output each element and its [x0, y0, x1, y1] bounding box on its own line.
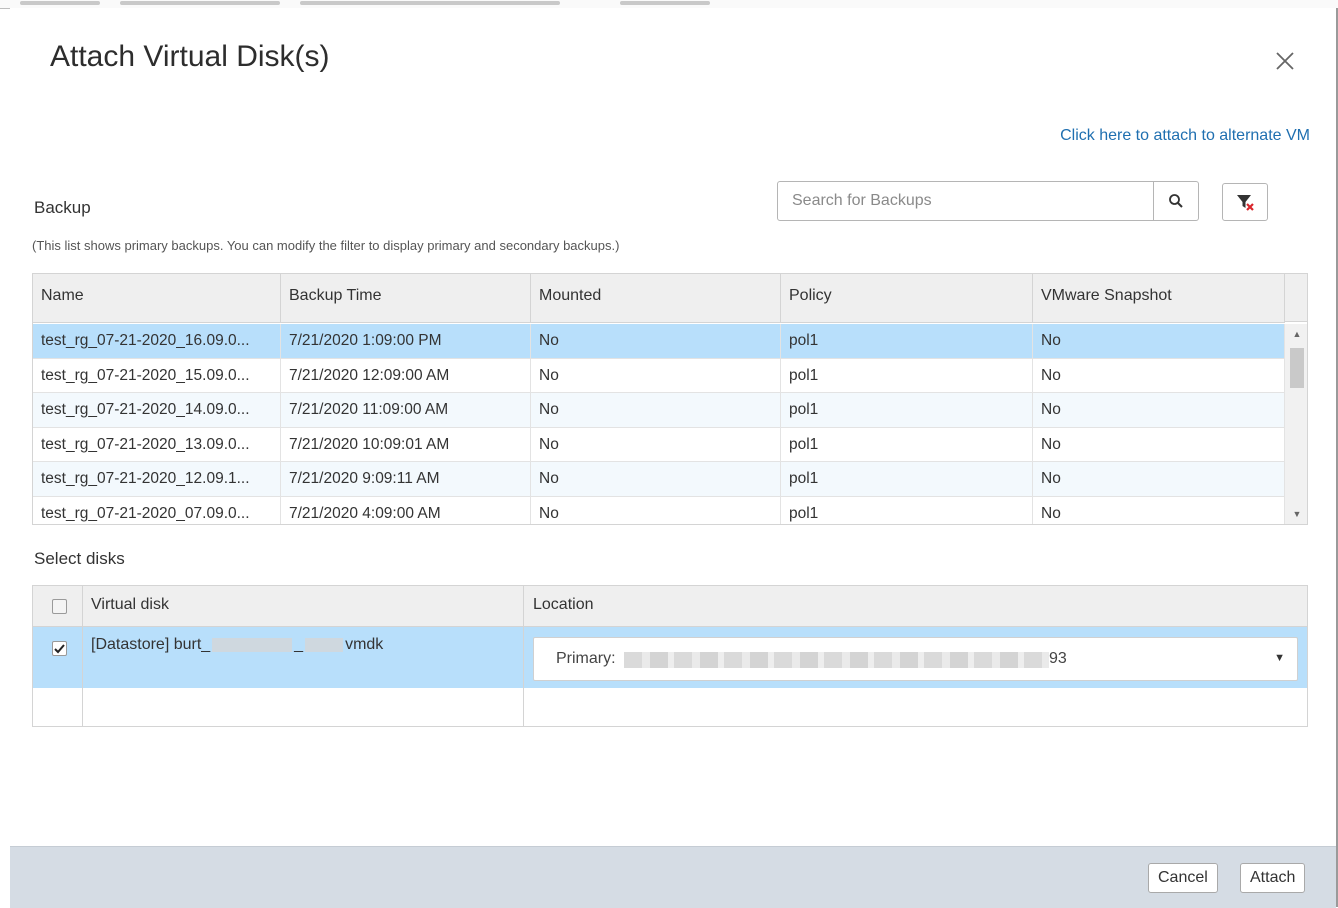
column-header-virtual-disk: Virtual disk	[91, 596, 169, 613]
backups-table-body: test_rg_07-21-2020_16.09.0... 7/21/2020 …	[33, 324, 1285, 524]
backup-section-label: Backup	[34, 198, 91, 217]
cell-policy: pol1	[781, 324, 1033, 358]
cell-policy: pol1	[781, 358, 1033, 393]
table-row[interactable]: test_rg_07-21-2020_07.09.0... 7/21/2020 …	[33, 496, 1285, 524]
table-row[interactable]: test_rg_07-21-2020_13.09.0... 7/21/2020 …	[33, 427, 1285, 463]
virtual-disk-suffix: vmdk	[345, 636, 384, 653]
location-dropdown[interactable]: Primary: 93 ▼	[533, 637, 1298, 681]
attach-alternate-vm-link[interactable]: Click here to attach to alternate VM	[1060, 127, 1310, 145]
dialog-title: Attach Virtual Disk(s)	[50, 40, 330, 73]
location-suffix: 93	[1049, 650, 1067, 667]
cell-name: test_rg_07-21-2020_16.09.0...	[33, 324, 281, 358]
redacted-block	[212, 637, 293, 652]
cell-backup-time: 7/21/2020 4:09:00 AM	[281, 496, 531, 524]
cell-backup-time: 7/21/2020 1:09:00 PM	[281, 324, 531, 358]
table-row[interactable]: test_rg_07-21-2020_16.09.0... 7/21/2020 …	[33, 324, 1285, 359]
cell-name: test_rg_07-21-2020_13.09.0...	[33, 427, 281, 462]
cell-policy: pol1	[781, 496, 1033, 524]
scroll-down-icon[interactable]: ▼	[1285, 506, 1307, 522]
cell-backup-time: 7/21/2020 10:09:01 AM	[281, 427, 531, 462]
cell-name: test_rg_07-21-2020_15.09.0...	[33, 358, 281, 393]
cell-name: test_rg_07-21-2020_14.09.0...	[33, 393, 281, 427]
scrollbar-thumb[interactable]	[1290, 348, 1304, 388]
cell-vmware-snapshot: No	[1033, 393, 1285, 427]
cell-mounted: No	[531, 324, 781, 358]
cell-vmware-snapshot: No	[1033, 496, 1285, 524]
disk-row[interactable]: [Datastore] burt_ _ vmdk Primary: 93 ▼	[33, 627, 1307, 688]
dialog-footer: Cancel Attach	[10, 846, 1336, 908]
location-prefix: Primary:	[556, 650, 616, 667]
backup-search-box	[777, 181, 1199, 221]
cell-mounted: No	[531, 462, 781, 496]
column-header-vmware-snapshot[interactable]: VMware Snapshot	[1033, 274, 1285, 322]
column-header-location: Location	[533, 596, 594, 613]
cell-name: test_rg_07-21-2020_12.09.1...	[33, 462, 281, 496]
search-button[interactable]	[1153, 182, 1198, 220]
scroll-up-icon[interactable]: ▲	[1285, 326, 1307, 342]
disks-table: Virtual disk Location [Datastore] burt_ _…	[32, 585, 1308, 727]
select-disks-label: Select disks	[34, 549, 125, 568]
cell-vmware-snapshot: No	[1033, 324, 1285, 358]
cell-name: test_rg_07-21-2020_07.09.0...	[33, 496, 281, 524]
disks-table-header: Virtual disk Location	[33, 586, 1307, 627]
cell-policy: pol1	[781, 427, 1033, 462]
attach-virtual-disks-dialog: Attach Virtual Disk(s) Click here to att…	[10, 8, 1338, 908]
cell-policy: pol1	[781, 462, 1033, 496]
column-header-backup-time[interactable]: Backup Time	[281, 274, 531, 322]
chevron-down-icon: ▼	[1274, 652, 1285, 664]
cancel-button[interactable]: Cancel	[1148, 863, 1218, 893]
disk-empty-row	[33, 688, 1307, 726]
checkmark-icon	[54, 644, 65, 654]
virtual-disk-prefix: [Datastore] burt_	[91, 636, 211, 653]
backups-table: Name Backup Time Mounted Policy VMware S…	[32, 273, 1308, 525]
table-row[interactable]: test_rg_07-21-2020_12.09.1... 7/21/2020 …	[33, 462, 1285, 497]
close-icon[interactable]	[1270, 46, 1300, 76]
backups-table-header: Name Backup Time Mounted Policy VMware S…	[33, 274, 1285, 323]
table-row[interactable]: test_rg_07-21-2020_15.09.0... 7/21/2020 …	[33, 358, 1285, 394]
cell-mounted: No	[531, 358, 781, 393]
backup-search-input[interactable]	[778, 182, 1153, 220]
cell-mounted: No	[531, 496, 781, 524]
cell-vmware-snapshot: No	[1033, 358, 1285, 393]
table-row[interactable]: test_rg_07-21-2020_14.09.0... 7/21/2020 …	[33, 393, 1285, 428]
cell-backup-time: 7/21/2020 11:09:00 AM	[281, 393, 531, 427]
column-header-name[interactable]: Name	[33, 274, 281, 322]
cell-policy: pol1	[781, 393, 1033, 427]
clear-filter-button[interactable]	[1222, 183, 1268, 221]
column-header-mounted[interactable]: Mounted	[531, 274, 781, 322]
column-header-policy[interactable]: Policy	[781, 274, 1033, 322]
select-all-checkbox[interactable]	[52, 599, 67, 614]
virtual-disk-name: [Datastore] burt_ _ vmdk	[91, 636, 383, 654]
cell-vmware-snapshot: No	[1033, 462, 1285, 496]
cell-mounted: No	[531, 393, 781, 427]
cell-backup-time: 7/21/2020 12:09:00 AM	[281, 358, 531, 393]
backups-table-scrollbar[interactable]: ▲ ▼	[1285, 324, 1307, 524]
backup-list-note: (This list shows primary backups. You ca…	[32, 238, 620, 253]
disk-checkbox[interactable]	[52, 641, 67, 656]
virtual-disk-mid: _	[294, 636, 304, 653]
search-icon	[1169, 194, 1183, 208]
redacted-location	[624, 652, 1049, 668]
cell-vmware-snapshot: No	[1033, 427, 1285, 462]
cell-mounted: No	[531, 427, 781, 462]
attach-button[interactable]: Attach	[1240, 863, 1306, 893]
filter-clear-icon	[1237, 195, 1254, 211]
redacted-block	[305, 637, 344, 652]
cell-backup-time: 7/21/2020 9:09:11 AM	[281, 462, 531, 496]
